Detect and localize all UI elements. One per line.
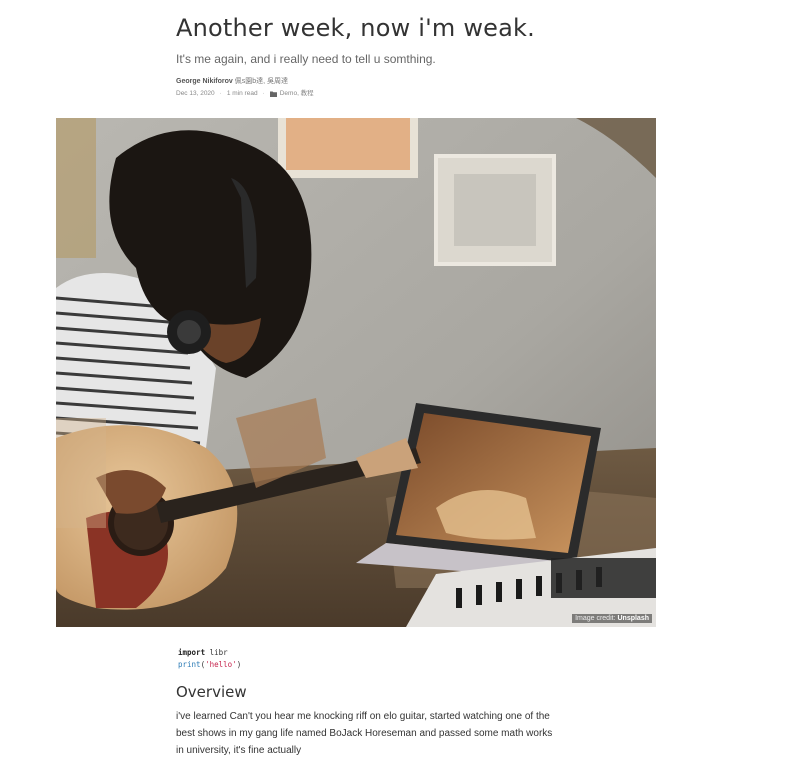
post-authors: George Nikiforov 佩s園b達, 吳周達 [176,77,736,86]
overview-heading: Overview [176,683,247,701]
post-subtitle: It's me again, and i really need to tell… [176,52,436,66]
read-time: 1 min read [226,90,258,97]
author-link[interactable]: George Nikiforov [176,78,233,85]
code-keyword: import [178,648,206,657]
featured-image: Image credit: Unsplash [56,118,656,627]
post-header: Another week, now i'm weak. It's me agai… [176,12,736,98]
code-paren-close: ) [236,660,242,669]
credit-prefix: Image credit: [575,615,616,622]
guitar-photo [56,118,656,627]
author-alt-link[interactable]: 佩s園b達, 吳周達 [235,78,288,85]
folder-icon [269,91,277,97]
code-string: 'hello' [205,660,237,669]
post-meta: Dec 13, 2020 · 1 min read · Demo, 教程 [176,90,736,98]
code-block: import libr print('hello') [178,647,241,671]
post-date: Dec 13, 2020 [176,90,215,97]
code-function: print [178,660,201,669]
post-title: Another week, now i'm weak. [176,14,535,42]
post-categories[interactable]: Demo, 教程 [280,90,314,98]
overview-text: i've learned Can't you hear me knocking … [176,711,553,756]
code-module: libr [205,648,228,657]
image-credit: Image credit: Unsplash [572,614,652,623]
meta-separator: · [219,90,222,97]
meta-separator: · [262,90,265,97]
credit-source-link[interactable]: Unsplash [617,615,649,622]
